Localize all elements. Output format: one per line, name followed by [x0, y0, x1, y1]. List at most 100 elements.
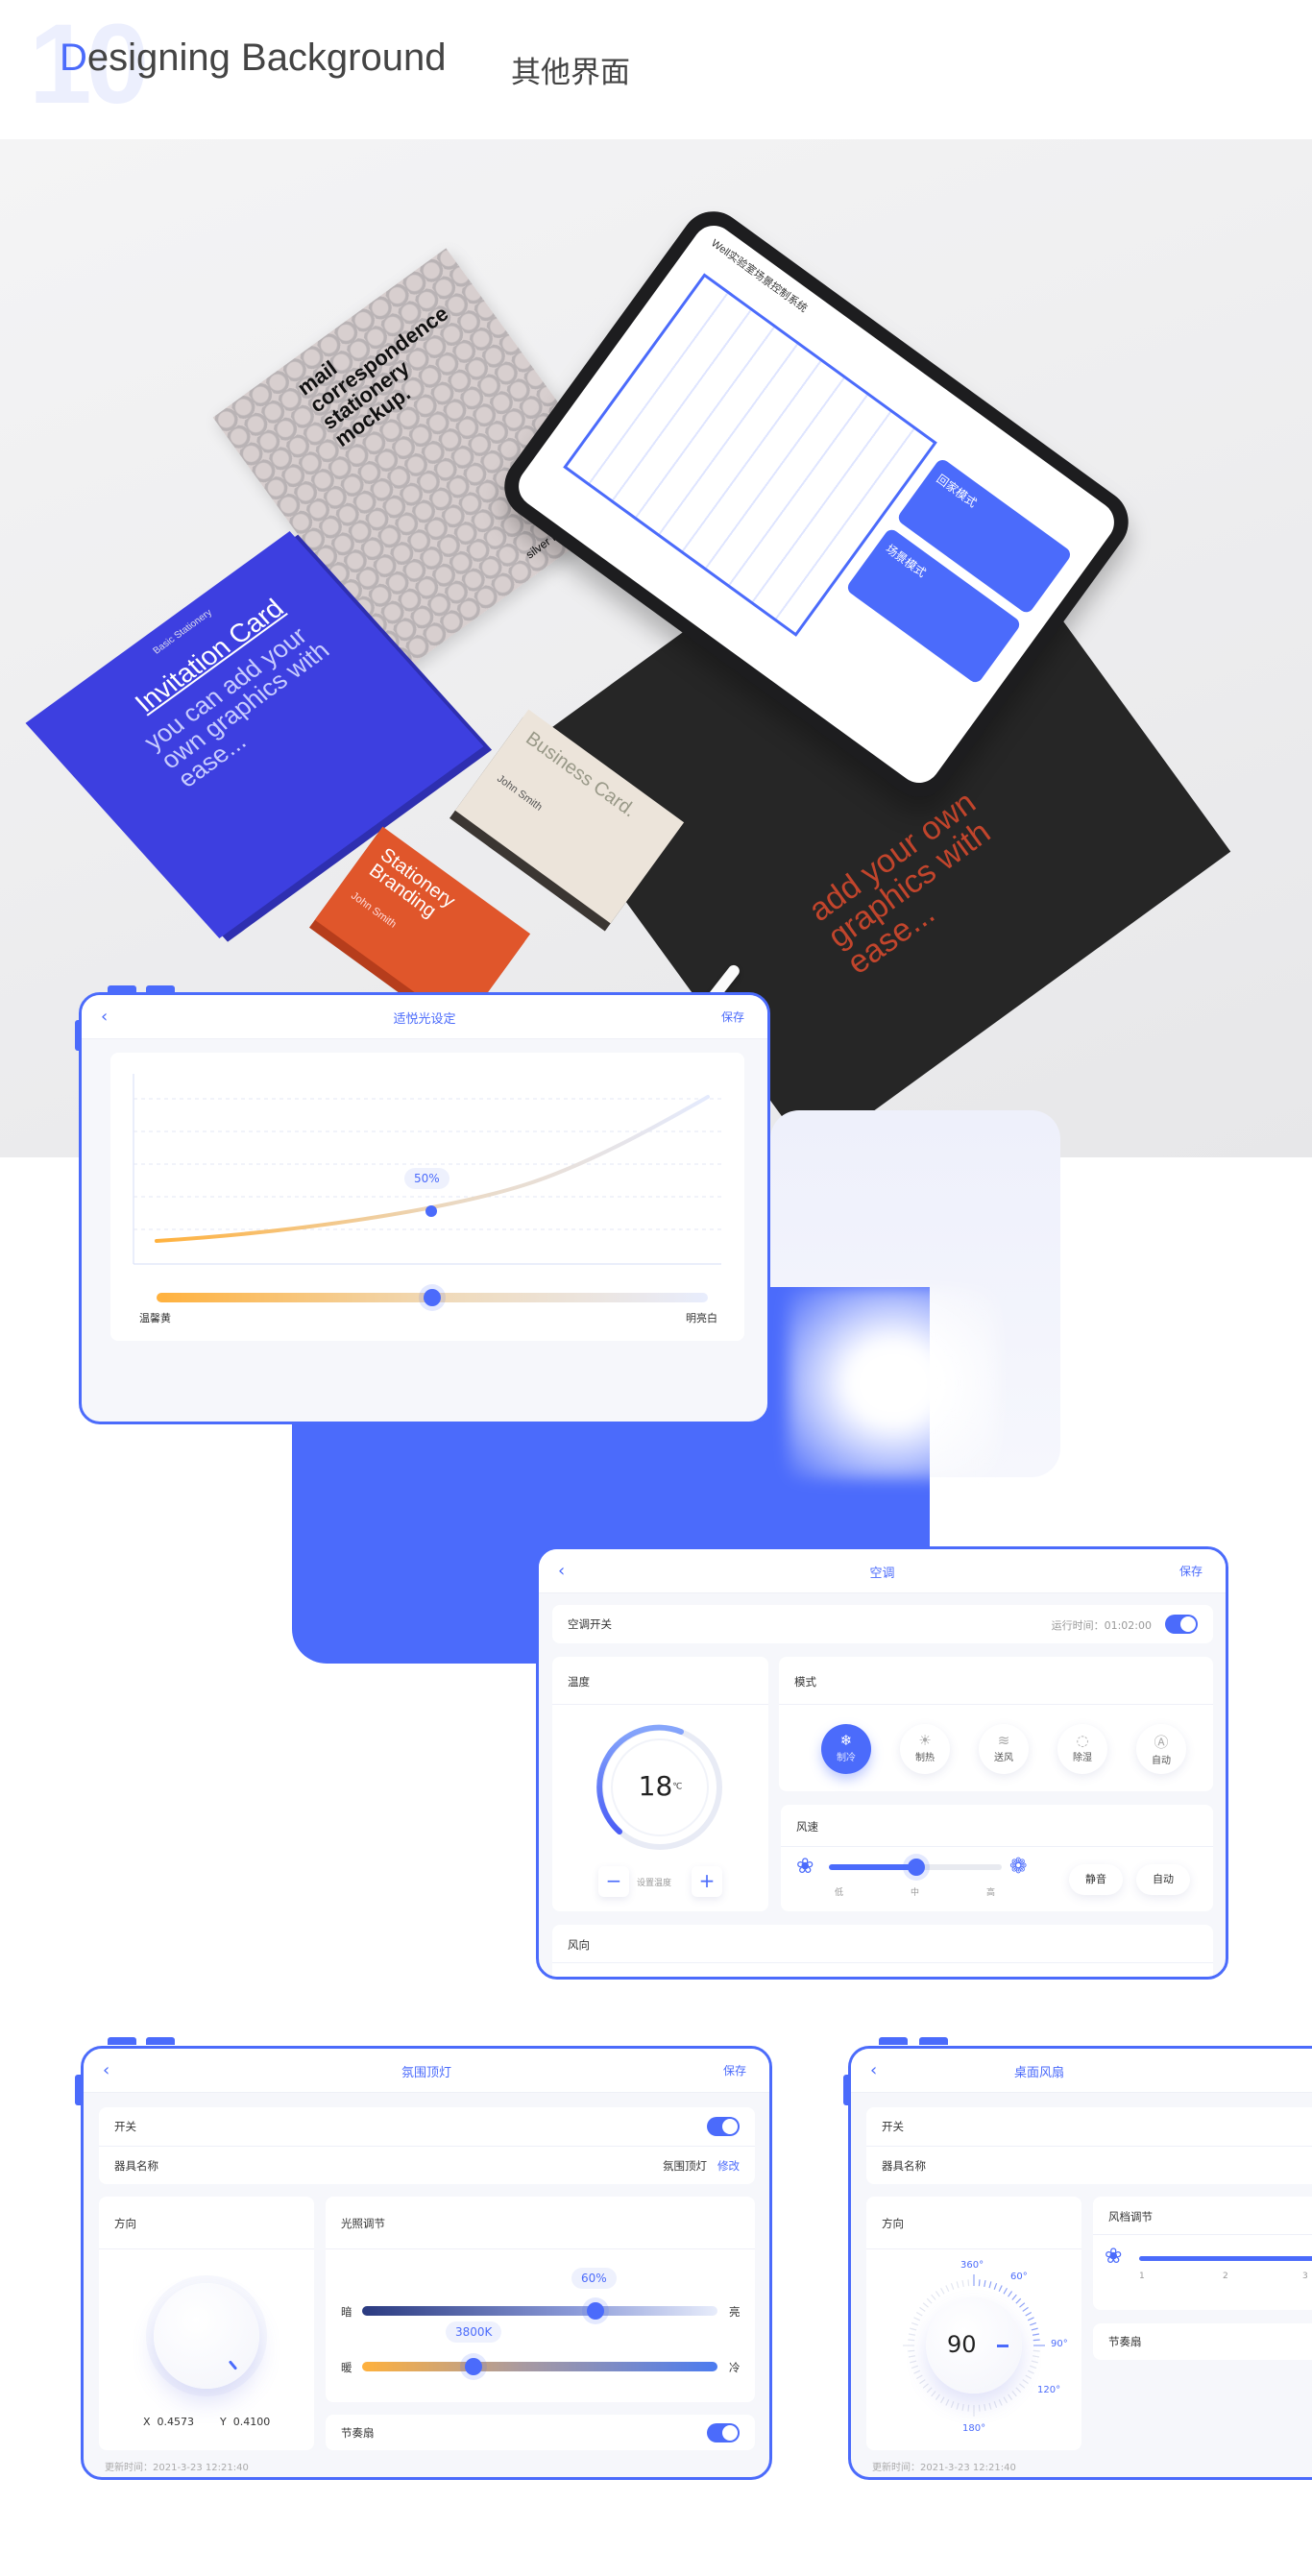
bright-label: 亮 — [729, 2305, 741, 2319]
dial-tick — [1003, 2287, 1008, 2295]
dial-tick — [911, 2321, 918, 2326]
decrease-temperature-button[interactable]: − — [598, 1866, 629, 1897]
fan-low-icon: ❀ — [796, 1855, 814, 1879]
poster-text: add your own graphics with ease... — [802, 784, 998, 983]
dial-tick — [915, 2374, 923, 2380]
dial-label-120: 120° — [1037, 2385, 1061, 2395]
switch-label: 空调开关 — [568, 1617, 612, 1631]
dial-tick — [998, 2285, 1003, 2293]
auto-speed-button[interactable]: 自动 — [1136, 1864, 1190, 1895]
auto-icon: Ⓐ — [1154, 1734, 1169, 1751]
panel-tab-decoration — [919, 2037, 948, 2045]
lighting-card: 光照调节 60% 暗 亮 3800K 暖 冷 — [326, 2197, 755, 2402]
save-button[interactable]: 保存 — [721, 1009, 744, 1025]
dial-tick — [1033, 2339, 1040, 2342]
dial-tick — [950, 2282, 955, 2290]
wind-speed-knob[interactable] — [908, 1859, 925, 1876]
dial-tick — [1019, 2383, 1026, 2389]
dial-tick — [1003, 2396, 1008, 2404]
dial-tick — [911, 2365, 918, 2369]
save-button[interactable]: 保存 — [723, 2062, 746, 2078]
dial-tick — [1031, 2360, 1038, 2364]
panel-title: 空调 — [869, 1567, 895, 1581]
back-chevron-icon[interactable]: ‹ — [870, 2060, 877, 2080]
name-label: 器具名称 — [114, 2159, 158, 2173]
ambient-lamp-panel: ‹ 氛围顶灯 保存 开关 器具名称 氛围顶灯 修改 方向 X 0.4573 Y … — [81, 2046, 772, 2480]
card-title: 风档调节 — [1108, 2210, 1153, 2224]
dial-tick — [913, 2369, 921, 2374]
edit-name-link[interactable]: 修改 — [717, 2158, 740, 2174]
wind-speed-card: 风速 ❀ ❁ 低 中 高 静音 自动 — [781, 1805, 1213, 1911]
increase-temperature-button[interactable]: + — [692, 1866, 722, 1897]
mode-button[interactable]: ≋ 送风 — [979, 1724, 1029, 1774]
brightness-knob[interactable] — [587, 2302, 604, 2320]
rhythm-label: 节奏扇 — [1108, 2335, 1142, 2348]
cold-label: 冷 — [729, 2361, 741, 2374]
panel-header: ‹ 空调 保存 — [539, 1549, 1226, 1593]
dial-tick — [961, 2279, 964, 2288]
direction-knob[interactable] — [154, 2283, 259, 2389]
dial-tick — [998, 2398, 1003, 2406]
mode-label: 送风 — [994, 1753, 1013, 1763]
dial-tick — [1022, 2306, 1029, 2312]
brightness-slider[interactable] — [362, 2306, 717, 2316]
color-temp-knob[interactable] — [465, 2358, 482, 2375]
dial-tick — [922, 2302, 929, 2308]
dial-indicator — [997, 2345, 1008, 2347]
dial-tick — [908, 2349, 915, 2352]
slider-knob[interactable] — [424, 1289, 441, 1306]
dial-label-360: 360° — [960, 2260, 984, 2271]
mode-button[interactable]: ◌ 除湿 — [1057, 1724, 1107, 1774]
set-temperature-label: 设置温度 — [637, 1879, 672, 1888]
name-label: 器具名称 — [882, 2159, 926, 2173]
runtime-text: 运行时间：01:02:00 — [1051, 1619, 1152, 1632]
dial-tick — [984, 2279, 986, 2288]
mode-button[interactable]: Ⓐ 自动 — [1136, 1724, 1186, 1774]
rhythm-toggle[interactable] — [707, 2423, 740, 2442]
dial-tick — [956, 2402, 960, 2410]
section-subtitle: 其他界面 — [511, 56, 630, 90]
dial-tick — [945, 2285, 950, 2293]
dial-tick — [967, 2279, 970, 2287]
ac-power-toggle[interactable] — [1165, 1615, 1198, 1634]
dial-tick — [988, 2281, 992, 2289]
temperature-unit: ℃ — [672, 1782, 683, 1792]
quiet-mode-button[interactable]: 静音 — [1069, 1864, 1123, 1895]
dial-tick — [922, 2383, 929, 2389]
gear-slider[interactable] — [1139, 2256, 1312, 2261]
dial-tick — [1033, 2349, 1040, 2352]
dial-tick — [993, 2401, 998, 2409]
mode-button[interactable]: ☀ 制热 — [900, 1724, 950, 1774]
panel-header: ‹ 适悦光设定 保存 — [82, 995, 767, 1039]
dial-tick — [1027, 2317, 1034, 2321]
card-title: 方向 — [114, 2217, 136, 2230]
dial-tick — [950, 2401, 955, 2409]
card-title: 光照调节 — [341, 2217, 385, 2230]
dial-tick — [1022, 2379, 1029, 2385]
update-time: 更新时间：2021-3-23 12:21:40 — [105, 2463, 249, 2473]
panel-title: 氛围顶灯 — [401, 2066, 451, 2080]
panel-header: ‹ 桌面风扇 — [851, 2049, 1312, 2093]
dial-tick — [939, 2287, 945, 2295]
dial-tick — [908, 2333, 916, 2336]
save-button[interactable]: 保存 — [1179, 1563, 1203, 1579]
card-title: 温度 — [568, 1675, 590, 1689]
temperature-readout: 18℃ — [552, 1770, 768, 1802]
lamp-power-toggle[interactable] — [707, 2117, 740, 2136]
update-time: 更新时间：2021-3-23 12:21:40 — [872, 2463, 1016, 2473]
dial-label-90: 90° — [1051, 2339, 1068, 2349]
dial-tick — [1025, 2374, 1033, 2380]
rhythm-fan-row: 节奏扇 — [326, 2415, 755, 2450]
dial-tick — [935, 2291, 940, 2297]
color-temp-slider[interactable] — [362, 2362, 717, 2371]
y-coordinate: Y 0.4100 — [220, 2416, 271, 2428]
direction-card: 方向 90 360° 60° 90° 120° 180° — [866, 2197, 1081, 2450]
gear-card: 风档调节 ❀ 1 2 3 — [1093, 2197, 1312, 2310]
gear-level-3: 3 — [1302, 2272, 1308, 2281]
brightness-value: 60% — [571, 2268, 617, 2289]
curve-point[interactable] — [425, 1205, 437, 1217]
dial-tick — [988, 2402, 992, 2410]
title-accent-letter: D — [60, 36, 87, 79]
dial-tick — [919, 2379, 926, 2385]
mode-button[interactable]: ❄ 制冷 — [821, 1724, 871, 1774]
